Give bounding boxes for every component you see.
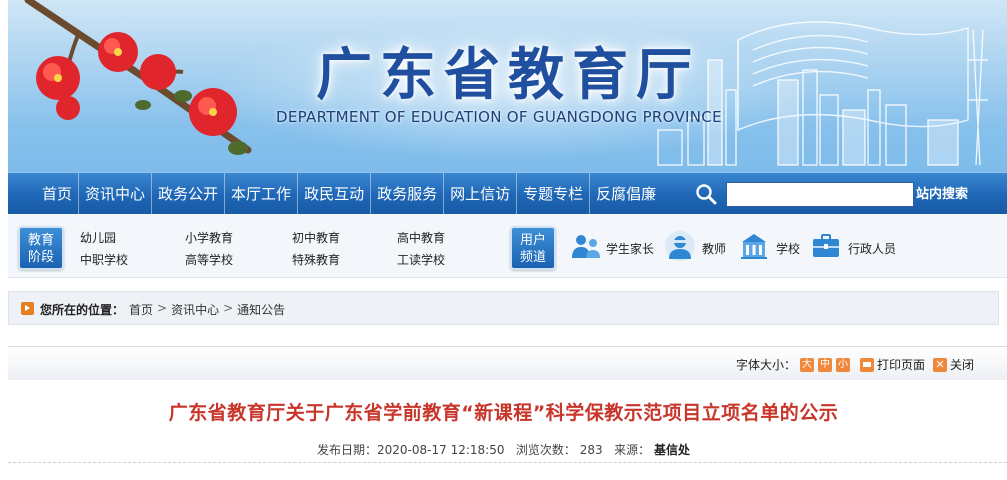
publish-date: 2020-08-17 12:18:50 — [377, 443, 505, 457]
link-senior-high[interactable]: 高中教育 — [397, 229, 445, 246]
breadcrumb-news-center[interactable]: 资讯中心 — [171, 301, 219, 318]
nav-item-home[interactable]: 首页 — [36, 173, 80, 215]
nav-item-news-center[interactable]: 资讯中心 — [79, 173, 153, 215]
link-reform-school[interactable]: 工读学校 — [397, 251, 445, 268]
nav-item-online-petition[interactable]: 网上信访 — [444, 173, 518, 215]
link-students-parents[interactable]: 学生家长 — [606, 240, 654, 257]
location-label: 您所在的位置： — [40, 303, 125, 317]
view-count-label: 浏览次数： — [515, 443, 576, 457]
print-page-link[interactable]: 打印页面 — [877, 356, 925, 373]
main-navigation: 首页 资讯中心 政务公开 本厅工作 政民互动 政务服务 网上信访 专题专栏 反腐… — [8, 172, 1007, 215]
close-link[interactable]: 关闭 — [950, 356, 974, 373]
site-title: 广东省教育厅 — [316, 43, 700, 108]
nav-item-special-topics[interactable]: 专题专栏 — [517, 173, 591, 215]
font-size-label: 字体大小： — [735, 358, 796, 372]
channel-panel: 教育 阶段 幼儿园 中职学校 小学教育 高等学校 初中教育 特殊教育 高中教育 … — [8, 214, 1007, 278]
link-administrative-staff[interactable]: 行政人员 — [848, 240, 896, 257]
nav-item-government-services[interactable]: 政务服务 — [371, 173, 445, 215]
breadcrumb-separator-icon: > — [157, 301, 168, 315]
briefcase-icon — [813, 234, 839, 257]
article-title: 广东省教育厅关于广东省学前教育“新课程”科学保教示范项目立项名单的公示 — [168, 402, 839, 424]
student-parent-icon — [572, 235, 600, 258]
arrow-bullet-icon — [21, 302, 34, 315]
location-bar: 您所在的位置： 首页 > 资讯中心 > 通知公告 — [8, 291, 999, 325]
link-teachers[interactable]: 教师 — [702, 240, 726, 257]
user-channel-badge: 用户 频道 — [510, 226, 556, 270]
article-meta: 发布日期：2020-08-17 12:18:50 浏览次数： 283 来源： 基… — [0, 441, 1007, 458]
breadcrumb-separator-icon: > — [223, 301, 234, 315]
nav-item-anti-corruption[interactable]: 反腐倡廉 — [590, 173, 662, 215]
source-value: 基信处 — [653, 443, 690, 457]
search-button[interactable]: 站内搜索 — [914, 182, 968, 207]
print-icon[interactable] — [859, 357, 874, 372]
header-banner: 广东省教育厅 DEPARTMENT OF EDUCATION OF GUANGD… — [8, 0, 1007, 172]
link-special-education[interactable]: 特殊教育 — [292, 251, 340, 268]
link-primary-education[interactable]: 小学教育 — [185, 229, 233, 246]
search-icon[interactable] — [694, 182, 718, 206]
publish-date-label: 发布日期： — [317, 443, 378, 457]
nav-item-public-interaction[interactable]: 政民互动 — [298, 173, 372, 215]
link-vocational-school[interactable]: 中职学校 — [80, 251, 128, 268]
school-icon — [741, 234, 767, 259]
nav-item-government-affairs[interactable]: 政务公开 — [152, 173, 226, 215]
kapok-flower-illustration — [24, 0, 252, 155]
breadcrumb: 首页 > 资讯中心 > 通知公告 — [129, 301, 285, 318]
teacher-icon — [665, 231, 695, 261]
link-kindergarten[interactable]: 幼儿园 — [80, 229, 116, 246]
education-stage-badge: 教育 阶段 — [18, 226, 64, 270]
view-count: 283 — [579, 443, 603, 457]
link-junior-high[interactable]: 初中教育 — [292, 229, 340, 246]
breadcrumb-home[interactable]: 首页 — [129, 301, 153, 318]
close-icon[interactable]: ✕ — [932, 357, 947, 372]
meta-divider — [8, 462, 1007, 463]
site-subtitle: DEPARTMENT OF EDUCATION OF GUANGDONG PRO… — [276, 108, 722, 126]
link-higher-education[interactable]: 高等学校 — [185, 251, 233, 268]
font-size-small-button[interactable]: 小 — [835, 357, 850, 372]
article-toolbar: 字体大小： 大 中 小 打印页面 ✕ 关闭 — [8, 346, 1007, 380]
search-input[interactable] — [726, 182, 914, 207]
nav-item-department-work[interactable]: 本厅工作 — [225, 173, 299, 215]
toolbar-items: 字体大小： 大 中 小 打印页面 ✕ 关闭 — [736, 356, 974, 373]
font-size-medium-button[interactable]: 中 — [817, 357, 832, 372]
link-schools[interactable]: 学校 — [776, 240, 800, 257]
breadcrumb-notices[interactable]: 通知公告 — [237, 301, 285, 318]
source-label: 来源： — [614, 443, 651, 457]
nav-menu: 首页 资讯中心 政务公开 本厅工作 政民互动 政务服务 网上信访 专题专栏 反腐… — [36, 173, 662, 215]
font-size-large-button[interactable]: 大 — [799, 357, 814, 372]
